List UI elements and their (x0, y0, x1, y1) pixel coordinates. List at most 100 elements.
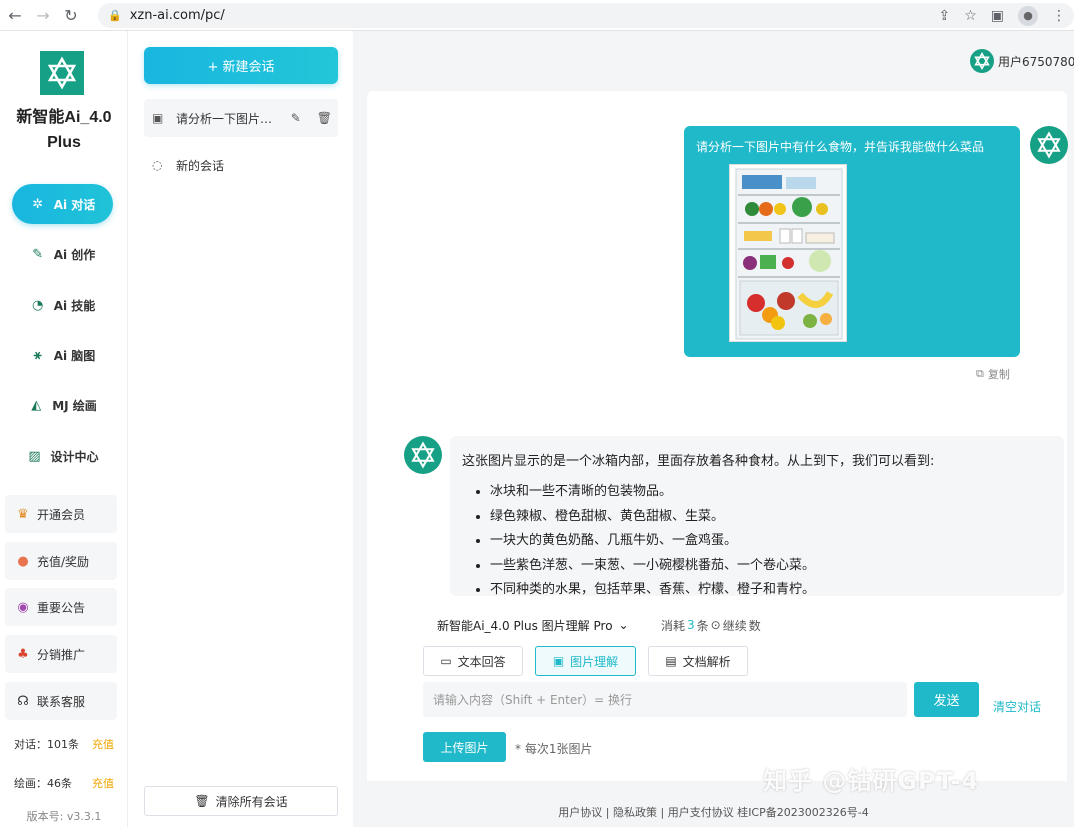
answer-item: 绿色辣椒、橙色甜椒、黄色甜椒、生菜。 (490, 505, 815, 530)
version-text: 版本号: v3.3.1 (26, 810, 102, 823)
continue-label[interactable]: 继续 (723, 617, 747, 634)
nav-item-mj-paint[interactable]: ◭ MJ 绘画 (12, 385, 113, 425)
profile-icon[interactable]: ● (1018, 5, 1038, 26)
nav-label: Ai 技能 (53, 298, 96, 313)
user-name: 用户6750780 (998, 54, 1074, 69)
session-panel: + 新建会话 ▣ 请分析一下图片中... ✎ 🗑 ◌ 新的会话 🗑 清除所有会话 (128, 31, 353, 827)
mindmap-icon: ⚹ (33, 347, 42, 363)
brand-name: 新智能Ai_4.0 Plus (0, 105, 128, 155)
vip-button[interactable]: ♛ 开通会员 (5, 495, 117, 533)
trash-icon: 🗑 (194, 794, 210, 808)
session-item[interactable]: ▣ 请分析一下图片中... ✎ 🗑 (144, 99, 338, 137)
watermark: 知乎 @钴研GPT-4 (763, 767, 980, 795)
left-nav: 新智能Ai_4.0 Plus ✲ Ai 对话 ✎ Ai 创作 ◔ Ai 技能 ⚹ Ai … (0, 31, 128, 827)
promotion-button[interactable]: ♣ 分销推广 (5, 635, 117, 673)
skill-icon: ◔ (32, 297, 44, 313)
new-chat-button[interactable]: + 新建会话 (144, 47, 338, 84)
session-title: 请分析一下图片中... (176, 111, 281, 126)
user-info[interactable]: 用户6750780 (970, 49, 1074, 73)
nav-label: MJ 绘画 (52, 398, 97, 413)
dialog-recharge-link[interactable]: 充值 (92, 736, 114, 752)
text-chat-icon: ▭ (440, 654, 452, 668)
model-select[interactable]: 新智能Ai_4.0 Plus 图片理解 Pro ⌄ (437, 614, 629, 636)
draw-recharge-link[interactable]: 充值 (92, 775, 114, 791)
answer-item: 一些紫色洋葱、一束葱、一小碗樱桃番茄、一个卷心菜。 (490, 554, 815, 579)
back-icon[interactable]: ← (2, 2, 28, 28)
nav-item-design-center[interactable]: ▨ 设计中心 (12, 436, 113, 476)
dialog-count: 对话：101条 (14, 738, 79, 751)
image-icon: ▣ (552, 654, 565, 668)
paint-icon: ◭ (31, 397, 42, 413)
play-icon[interactable]: ⊙ (711, 618, 721, 632)
brand-line2: Plus (47, 134, 81, 151)
image-icon: ▣ (152, 111, 164, 125)
nav-label: Ai 脑图 (53, 348, 96, 363)
url-text[interactable]: xzn-ai.com/pc/ (130, 8, 225, 23)
footer-links[interactable]: 用户协议 | 隐私政策 | 用户支付协议 桂ICP备2023002326号-4 (353, 804, 1074, 820)
session-item[interactable]: ◌ 新的会话 (144, 146, 338, 184)
clear-all-sessions-button[interactable]: 🗑 清除所有会话 (144, 786, 338, 816)
user-message-text: 请分析一下图片中有什么食物，并告诉我能做什么菜品 (696, 140, 985, 154)
design-icon: ▨ (28, 448, 41, 464)
browser-toolbar: ← → ↻ 🔒 xzn-ai.com/pc/ ⇪ ☆ ▣ ● ⋮ (0, 0, 1074, 31)
mode-label: 图片理解 (570, 654, 619, 669)
mode-label: 文档解析 (682, 654, 731, 669)
answer-list: 冰块和一些不清晰的包装物品。 绿色辣椒、橙色甜椒、黄色甜椒、生菜。 一块大的黄色… (490, 480, 815, 596)
address-bar[interactable]: 🔒 xzn-ai.com/pc/ ⇪ ☆ ▣ ● ⋮ (98, 3, 1074, 28)
document-icon: ▤ (665, 654, 677, 668)
menu-icon[interactable]: ⋮ (1052, 8, 1066, 24)
cost-info: 消耗 3 条 ⊙ 继续 数 (661, 614, 761, 636)
delete-icon[interactable]: 🗑 (317, 111, 332, 125)
user-avatar (970, 49, 994, 73)
nav-label: Ai 创作 (53, 247, 96, 262)
cost-suffix: 条 (696, 618, 709, 633)
message-input[interactable] (423, 682, 907, 717)
user-message: 请分析一下图片中有什么食物，并告诉我能做什么菜品 (684, 126, 1020, 357)
reload-icon[interactable]: ↻ (58, 2, 84, 28)
side-card-label: 分销推广 (37, 647, 86, 662)
side-card-label: 充值/奖励 (37, 554, 90, 569)
side-card-label: 重要公告 (37, 600, 86, 615)
nav-label: Ai 对话 (53, 197, 96, 212)
brand-line1: 新智能Ai_4.0 (16, 109, 112, 126)
answer-item: 一块大的黄色奶酪、几瓶牛奶、一盒鸡蛋。 (490, 529, 815, 554)
assistant-avatar (404, 436, 442, 474)
fridge-image[interactable] (729, 164, 847, 342)
share-icon[interactable]: ⇪ (938, 8, 950, 24)
eye-icon: ◉ (17, 599, 29, 615)
upload-hint: * 每次1张图片 (515, 742, 593, 756)
mode-document-button[interactable]: ▤ 文档解析 (648, 646, 748, 676)
recharge-button[interactable]: ● 充值/奖励 (5, 542, 117, 580)
headset-icon: ☊ (17, 693, 29, 709)
send-button[interactable]: 发送 (914, 682, 979, 717)
draw-count: 绘画：46条 (14, 777, 72, 790)
logo-icon (40, 51, 84, 95)
nav-item-ai-mindmap[interactable]: ⚹ Ai 脑图 (12, 335, 113, 375)
sidepanel-icon[interactable]: ▣ (991, 8, 1004, 24)
clear-all-label: 清除所有会话 (215, 794, 288, 809)
composer: 新智能Ai_4.0 Plus 图片理解 Pro ⌄ 消耗 3 条 ⊙ 继续 数 … (367, 596, 1067, 781)
forward-icon[interactable]: → (30, 2, 56, 28)
side-card-label: 开通会员 (37, 507, 86, 522)
recharge-icon: ● (17, 553, 29, 569)
chevron-down-icon: ⌄ (618, 618, 629, 632)
nav-item-ai-create[interactable]: ✎ Ai 创作 (12, 234, 113, 274)
star-icon[interactable]: ☆ (964, 8, 977, 24)
nav-item-ai-chat[interactable]: ✲ Ai 对话 (12, 184, 113, 224)
user-avatar-large (1030, 126, 1068, 164)
cost-number: 3 (687, 618, 695, 632)
clear-chat-link[interactable]: 清空对话 (993, 698, 1041, 715)
assistant-message: 这张图片显示的是一个冰箱内部，里面存放着各种食材。从上到下，我们可以看到: 冰块… (450, 436, 1064, 596)
crown-icon: ♛ (17, 506, 29, 522)
copy-icon: ⧉ (976, 367, 984, 380)
nav-item-ai-skill[interactable]: ◔ Ai 技能 (12, 285, 113, 325)
upload-image-button[interactable]: 上传图片 (423, 732, 506, 762)
edit-icon[interactable]: ✎ (291, 111, 301, 125)
announcement-button[interactable]: ◉ 重要公告 (5, 588, 117, 626)
copy-button[interactable]: ⧉ 复制 (976, 366, 1010, 382)
answer-item: 冰块和一些不清晰的包装物品。 (490, 480, 815, 505)
nav-label: 设计中心 (50, 449, 99, 464)
mode-image-button[interactable]: ▣ 图片理解 (535, 646, 636, 676)
support-button[interactable]: ☊ 联系客服 (5, 682, 117, 720)
mode-text-button[interactable]: ▭ 文本回答 (423, 646, 523, 676)
